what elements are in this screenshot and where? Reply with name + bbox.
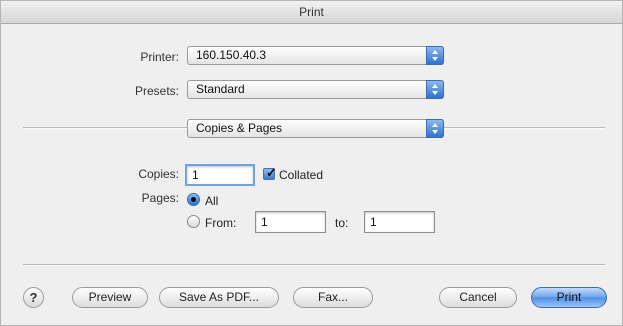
pages-all-label: All bbox=[205, 194, 219, 208]
collated-label: Collated bbox=[279, 168, 324, 182]
help-button[interactable]: ? bbox=[23, 287, 44, 308]
panel-popup[interactable]: Copies & Pages bbox=[187, 119, 444, 138]
popup-arrows-icon bbox=[426, 46, 444, 65]
preview-button[interactable]: Preview bbox=[72, 287, 148, 308]
pages-from-radio[interactable] bbox=[187, 215, 200, 228]
print-button[interactable]: Print bbox=[531, 287, 607, 308]
bottom-separator bbox=[23, 264, 605, 266]
presets-value: Standard bbox=[196, 82, 245, 96]
copies-label: Copies: bbox=[138, 167, 179, 181]
fax-button[interactable]: Fax... bbox=[293, 287, 373, 308]
pages-from-label: From: bbox=[205, 216, 237, 230]
copies-field[interactable]: 1 bbox=[185, 164, 255, 186]
checkmark-icon: ✓ bbox=[266, 165, 277, 180]
popup-arrows-icon bbox=[426, 119, 444, 138]
printer-value: 160.150.40.3 bbox=[196, 48, 267, 62]
popup-arrows-icon bbox=[426, 80, 444, 99]
pages-to-label: to: bbox=[335, 216, 349, 230]
cancel-button[interactable]: Cancel bbox=[439, 287, 517, 308]
collated-checkbox[interactable]: ✓ bbox=[263, 165, 277, 180]
panel-value: Copies & Pages bbox=[196, 121, 283, 135]
pages-to-field[interactable]: 1 bbox=[364, 211, 435, 233]
window-title: Print bbox=[1, 1, 622, 24]
printer-label: Printer: bbox=[140, 50, 179, 64]
pages-all-radio[interactable] bbox=[187, 193, 200, 206]
printer-popup[interactable]: 160.150.40.3 bbox=[187, 46, 444, 65]
save-as-pdf-button[interactable]: Save As PDF... bbox=[159, 287, 279, 308]
print-dialog: Print Printer: 160.150.40.3 Presets: Sta… bbox=[0, 0, 623, 326]
pages-from-field[interactable]: 1 bbox=[255, 211, 326, 233]
pages-label: Pages: bbox=[141, 191, 179, 205]
presets-label: Presets: bbox=[134, 84, 179, 98]
presets-popup[interactable]: Standard bbox=[187, 80, 444, 99]
